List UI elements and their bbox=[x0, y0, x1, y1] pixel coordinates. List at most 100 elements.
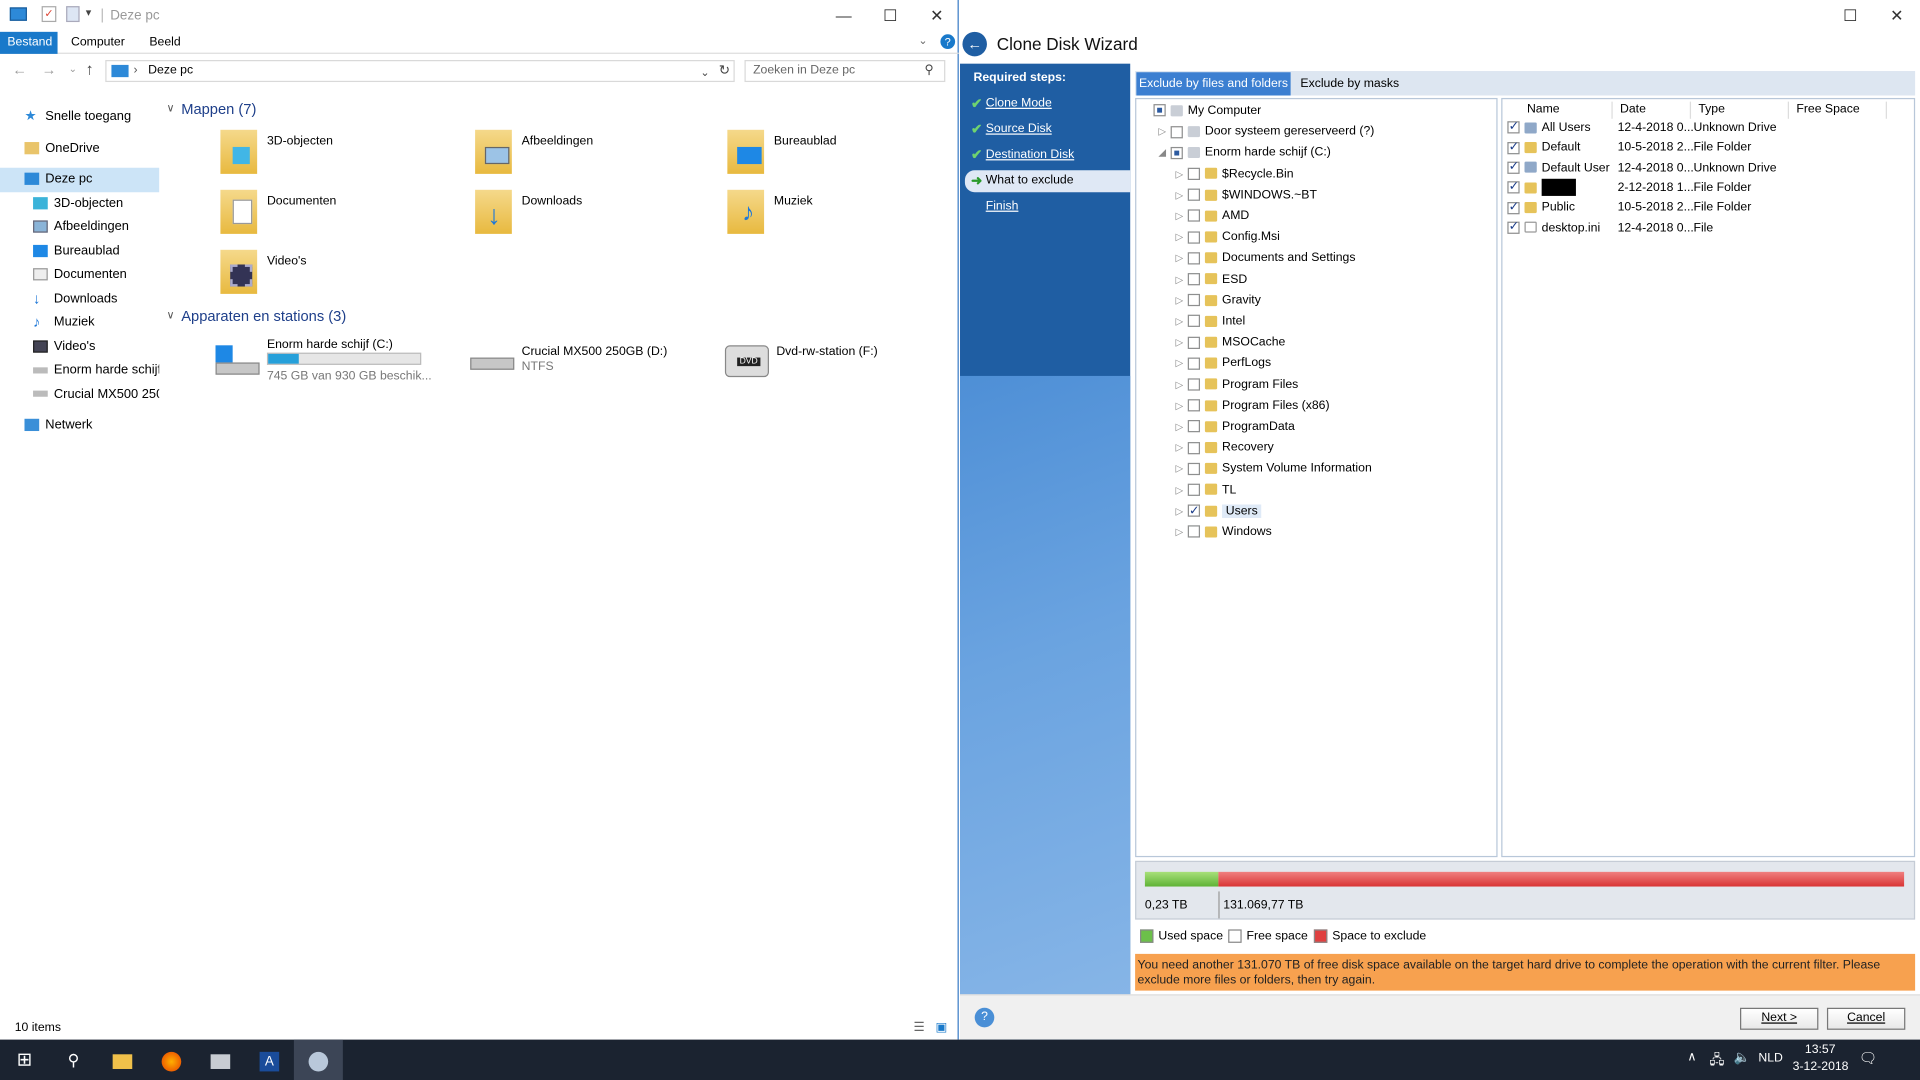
nav-item-documenten[interactable]: Documenten bbox=[0, 263, 159, 287]
collapse-chevron-icon[interactable]: ∨ bbox=[167, 102, 175, 115]
tree-item[interactable]: ▷ AMD bbox=[1176, 206, 1250, 227]
volume-icon[interactable]: 🔈 bbox=[1734, 1049, 1751, 1066]
back-arrow-icon[interactable]: ← bbox=[12, 61, 27, 78]
expand-arrow-icon[interactable]: ▷ bbox=[1176, 501, 1188, 522]
next-button[interactable]: Next > bbox=[1740, 1007, 1819, 1030]
list-row[interactable]: 2-12-2018 1...File Folder bbox=[1507, 178, 1899, 199]
address-box[interactable]: › Deze pc ⌄ ↻ bbox=[105, 60, 735, 83]
nav-item-muziek[interactable]: ♪ Muziek bbox=[0, 311, 159, 335]
up-arrow-icon[interactable]: ↑ bbox=[86, 60, 94, 78]
expand-arrow-icon[interactable]: ▷ bbox=[1176, 458, 1188, 479]
back-arrow-icon[interactable]: ← bbox=[962, 31, 987, 57]
tree-item[interactable]: ▷ Windows bbox=[1176, 522, 1272, 543]
list-row[interactable]: desktop.ini 12-4-2018 0...File bbox=[1507, 218, 1899, 239]
item-checkbox[interactable] bbox=[1187, 315, 1201, 328]
folders-group-header[interactable]: Mappen (7) bbox=[181, 100, 256, 117]
tab-exclude-by-files[interactable]: Exclude by files and folders bbox=[1136, 72, 1291, 96]
close-button[interactable]: ✕ bbox=[1878, 5, 1915, 27]
expand-arrow-icon[interactable]: ▷ bbox=[1176, 522, 1188, 543]
item-checkbox[interactable] bbox=[1187, 483, 1201, 496]
expand-arrow-icon[interactable]: ▷ bbox=[1176, 353, 1188, 374]
expand-arrow-icon[interactable]: ▷ bbox=[1176, 332, 1188, 353]
nav-item-deze-pc[interactable]: Deze pc bbox=[0, 167, 160, 192]
ribbon-tab-computer[interactable]: Computer bbox=[64, 32, 132, 54]
minimize-button[interactable]: — bbox=[825, 5, 862, 27]
tree-item[interactable]: ▷ Config.Msi bbox=[1176, 227, 1280, 248]
item-checkbox[interactable] bbox=[1187, 188, 1201, 202]
item-checkbox[interactable] bbox=[1170, 125, 1183, 138]
step-what-to-exclude[interactable]: ➜ What to exclude bbox=[964, 170, 1131, 193]
step-finish[interactable]: Finish bbox=[965, 196, 1130, 218]
tree-item[interactable]: ▷ TL bbox=[1176, 480, 1237, 501]
forward-arrow-icon[interactable]: → bbox=[42, 61, 57, 78]
recent-locations-icon[interactable]: ⌄ bbox=[69, 64, 77, 75]
search-icon[interactable]: ⚲ bbox=[924, 61, 933, 81]
acronis-taskbar-icon[interactable]: A bbox=[245, 1040, 294, 1080]
tree-item[interactable]: ▷ Documents and Settings bbox=[1176, 248, 1356, 269]
language-indicator[interactable]: NLD bbox=[1758, 1052, 1783, 1065]
clock-time[interactable]: 13:57 bbox=[1805, 1043, 1836, 1056]
column-header-name[interactable]: Name bbox=[1520, 101, 1613, 119]
nav-item-bureaublad[interactable]: Bureaublad bbox=[0, 239, 159, 263]
ribbon-tab-bestand[interactable]: Bestand bbox=[0, 31, 58, 54]
list-row[interactable]: Default User 12-4-2018 0...Unknown Drive bbox=[1507, 158, 1899, 179]
step-source-disk[interactable]: ✔ Source Disk bbox=[965, 119, 1130, 141]
nav-item-netwerk[interactable]: Netwerk bbox=[0, 414, 159, 438]
quick-access-dropdown-icon[interactable]: ▾ bbox=[86, 6, 92, 19]
step-destination-disk[interactable]: ✔ Destination Disk bbox=[965, 144, 1130, 166]
tree-item[interactable]: ◢ Enorm harde schijf (C:) bbox=[1158, 143, 1330, 164]
row-checkbox[interactable] bbox=[1507, 138, 1520, 158]
step-clone-mode[interactable]: ✔ Clone Mode bbox=[965, 93, 1130, 115]
list-row[interactable]: Public 10-5-2018 2...File Folder bbox=[1507, 198, 1899, 219]
show-hidden-icons-icon[interactable]: ∧ bbox=[1687, 1051, 1696, 1064]
network-icon[interactable]: 🖧 bbox=[1709, 1049, 1724, 1072]
tree-item[interactable]: My Computer bbox=[1141, 100, 1261, 121]
refresh-icon[interactable]: ↻ bbox=[719, 61, 730, 81]
address-dropdown-icon[interactable]: ⌄ bbox=[700, 62, 709, 82]
expand-arrow-icon[interactable]: ▷ bbox=[1176, 290, 1188, 311]
search-icon[interactable]: ⚲ bbox=[49, 1040, 98, 1080]
nav-item-onedrive[interactable]: OneDrive bbox=[0, 137, 159, 161]
item-checkbox[interactable] bbox=[1187, 294, 1201, 307]
item-checkbox[interactable] bbox=[1187, 378, 1201, 391]
tree-item[interactable]: ▷ MSOCache bbox=[1176, 332, 1286, 353]
column-header-free-space[interactable]: Free Space bbox=[1789, 101, 1887, 119]
collapse-chevron-icon[interactable]: ∨ bbox=[167, 309, 175, 322]
maximize-button[interactable]: ☐ bbox=[872, 5, 909, 27]
drive-d[interactable]: Crucial MX500 250GB (D:) NTFS bbox=[470, 345, 715, 400]
file-explorer-taskbar-icon[interactable] bbox=[98, 1040, 147, 1080]
expand-arrow-icon[interactable]: ▷ bbox=[1176, 395, 1188, 416]
notifications-icon[interactable]: 🗨 bbox=[1859, 1049, 1878, 1066]
nav-item-videos[interactable]: Video's bbox=[0, 335, 159, 359]
tree-item[interactable]: ▷ $Recycle.Bin bbox=[1176, 164, 1294, 185]
row-checkbox[interactable] bbox=[1507, 178, 1520, 197]
nav-item-afbeeldingen[interactable]: Afbeeldingen bbox=[0, 216, 159, 240]
nav-item-enorm-harde-schijf[interactable]: Enorm harde schijf bbox=[0, 359, 159, 383]
item-checkbox[interactable] bbox=[1187, 441, 1201, 454]
ribbon-expand-icon[interactable]: ⌄ bbox=[918, 34, 927, 47]
column-header-date[interactable]: Date bbox=[1613, 101, 1692, 119]
row-checkbox[interactable] bbox=[1507, 158, 1520, 177]
help-icon[interactable]: ? bbox=[940, 34, 956, 49]
tab-exclude-by-masks[interactable]: Exclude by masks bbox=[1300, 72, 1399, 95]
new-folder-icon[interactable] bbox=[66, 6, 80, 23]
expand-arrow-icon[interactable]: ▷ bbox=[1176, 269, 1188, 290]
tree-item[interactable]: ▷ ESD bbox=[1176, 269, 1248, 290]
folder-3d-objecten[interactable]: 3D-objecten bbox=[220, 129, 465, 185]
expand-arrow-icon[interactable]: ▷ bbox=[1158, 121, 1170, 142]
item-checkbox[interactable] bbox=[1187, 525, 1201, 538]
list-row[interactable]: All Users 12-4-2018 0...Unknown Drive bbox=[1507, 118, 1899, 139]
item-checkbox[interactable] bbox=[1187, 399, 1201, 412]
folder-documenten[interactable]: Documenten bbox=[220, 189, 465, 245]
tree-item[interactable]: ▷ Program Files bbox=[1176, 374, 1299, 395]
close-button[interactable]: ✕ bbox=[918, 5, 955, 27]
devices-group-header[interactable]: Apparaten en stations (3) bbox=[181, 307, 346, 324]
expand-arrow-icon[interactable]: ▷ bbox=[1176, 227, 1188, 248]
item-checkbox[interactable] bbox=[1187, 462, 1201, 475]
expand-arrow-icon[interactable]: ▷ bbox=[1176, 185, 1188, 206]
help-icon[interactable]: ? bbox=[974, 1007, 995, 1028]
drive-f[interactable]: DVD Dvd-rw-station (F:) bbox=[724, 345, 970, 400]
row-checkbox[interactable] bbox=[1507, 198, 1520, 217]
folder-afbeeldingen[interactable]: Afbeeldingen bbox=[475, 129, 720, 185]
search-input[interactable]: Zoeken in Deze pc ⚲ bbox=[744, 60, 946, 83]
